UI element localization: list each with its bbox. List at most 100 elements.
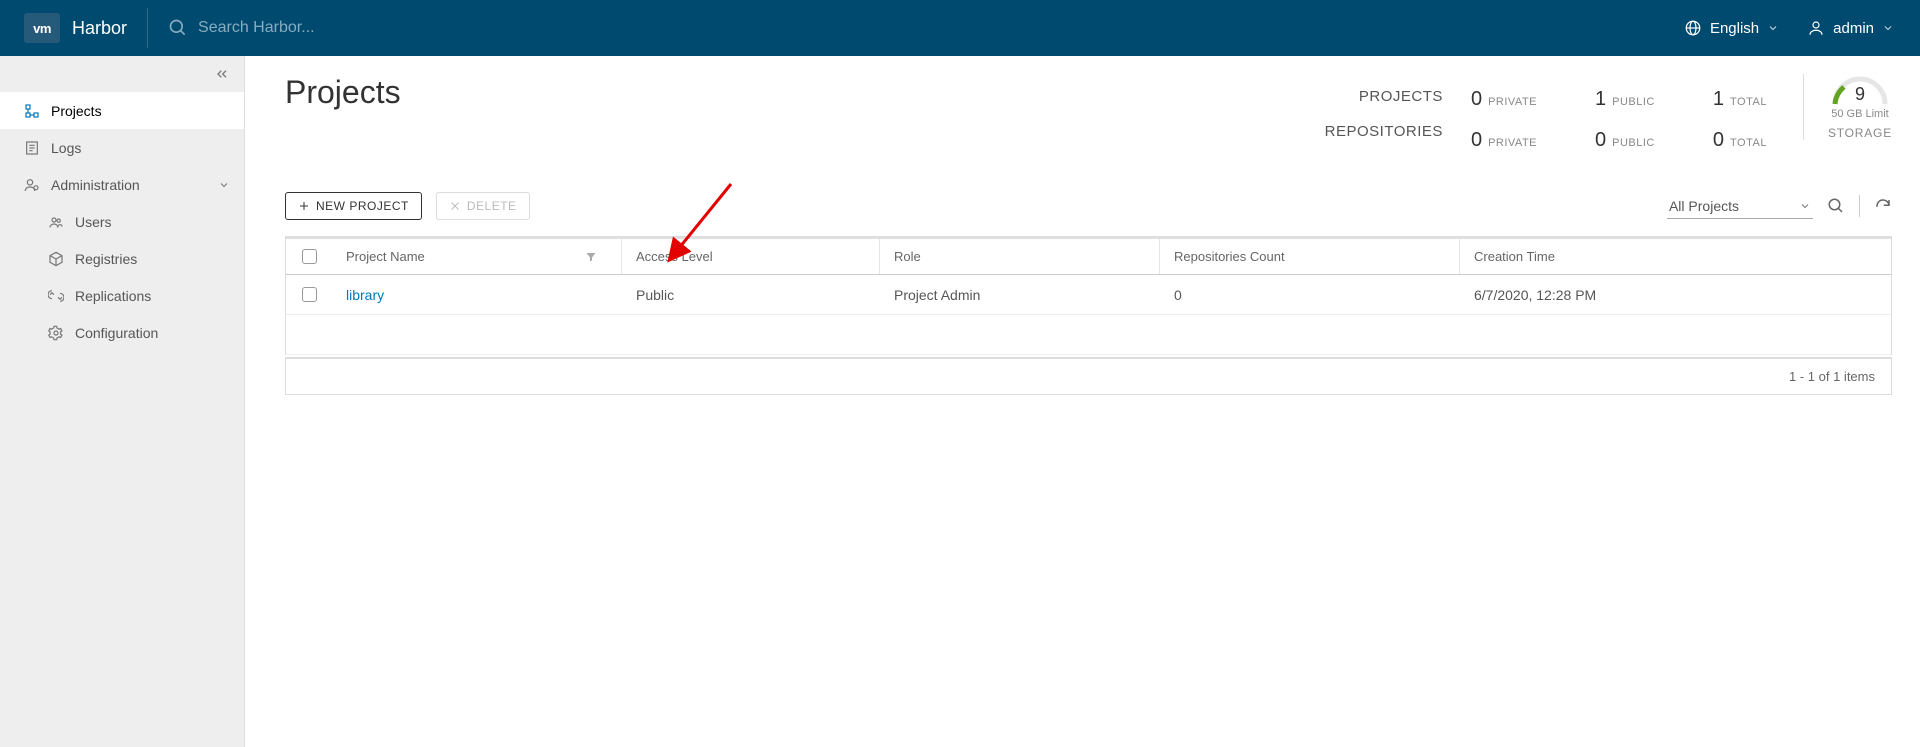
row-checkbox[interactable] xyxy=(302,287,317,302)
chevron-down-icon xyxy=(1799,200,1811,212)
user-menu[interactable]: admin xyxy=(1807,19,1894,37)
toolbar: NEW PROJECT DELETE All Projects xyxy=(285,192,1892,220)
new-project-button[interactable]: NEW PROJECT xyxy=(285,192,422,220)
sidebar: Projects Logs Administration Users xyxy=(0,56,245,747)
chevron-down-icon xyxy=(1767,22,1779,34)
globe-icon xyxy=(1684,19,1702,37)
sidebar-item-label: Registries xyxy=(75,251,137,267)
users-icon xyxy=(48,214,64,230)
row-role: Project Admin xyxy=(880,287,1160,303)
pagination-summary: 1 - 1 of 1 items xyxy=(1789,369,1875,384)
divider xyxy=(1859,195,1860,217)
sidebar-item-label: Logs xyxy=(51,140,81,156)
close-icon xyxy=(449,200,461,212)
refresh-icon[interactable] xyxy=(1874,197,1892,215)
sidebar-item-administration[interactable]: Administration xyxy=(0,166,244,203)
vmware-logo: vm xyxy=(24,13,60,43)
select-all-checkbox[interactable] xyxy=(302,249,317,264)
metric-repos-private: 0PRIVATE xyxy=(1471,129,1537,152)
row-project-name: library xyxy=(332,287,622,303)
row-access-level: Public xyxy=(622,287,880,303)
header-repositories-count[interactable]: Repositories Count xyxy=(1160,239,1460,274)
projects-icon xyxy=(24,103,40,119)
sidebar-collapse-row xyxy=(0,56,244,92)
app-header: vm Harbor English admin xyxy=(0,0,1920,56)
header-creation-time[interactable]: Creation Time xyxy=(1460,249,1891,264)
brand-name: Harbor xyxy=(72,18,127,39)
sidebar-item-label: Users xyxy=(75,214,112,230)
title-row: Projects PROJECTS REPOSITORIES 0PRIVATE … xyxy=(285,74,1892,152)
language-label: English xyxy=(1710,20,1759,37)
new-project-label: NEW PROJECT xyxy=(316,199,409,213)
delete-button: DELETE xyxy=(436,192,530,220)
storage-limit: 50 GB Limit xyxy=(1828,108,1892,120)
table-footer: 1 - 1 of 1 items xyxy=(285,357,1892,395)
chevron-double-left-icon[interactable] xyxy=(214,66,230,82)
language-selector[interactable]: English xyxy=(1684,19,1779,37)
header-divider xyxy=(147,8,148,48)
projects-table: Project Name Access Level Role Repositor… xyxy=(285,236,1892,355)
row-checkbox-cell xyxy=(286,287,332,302)
search-input[interactable] xyxy=(198,19,598,37)
header-access-level[interactable]: Access Level xyxy=(622,239,880,274)
row-creation-time: 6/7/2020, 12:28 PM xyxy=(1460,287,1891,303)
chevron-down-icon xyxy=(1882,22,1894,34)
metric-repos-public: 0PUBLIC xyxy=(1595,129,1655,152)
sidebar-item-logs[interactable]: Logs xyxy=(0,129,244,166)
page-title: Projects xyxy=(285,74,401,111)
logs-icon xyxy=(24,140,40,156)
sidebar-item-label: Administration xyxy=(51,177,140,193)
storage-block: 9 50 GB Limit STORAGE xyxy=(1803,74,1892,140)
projects-filter-label: All Projects xyxy=(1669,198,1739,214)
stat-label-repos: REPOSITORIES xyxy=(1325,123,1443,140)
gear-icon xyxy=(48,325,64,341)
search-wrap xyxy=(168,18,1684,38)
header-role[interactable]: Role xyxy=(880,239,1160,274)
sidebar-item-label: Configuration xyxy=(75,325,158,341)
sidebar-item-users[interactable]: Users xyxy=(0,203,244,240)
header-left: vm Harbor xyxy=(0,0,127,56)
sidebar-item-label: Projects xyxy=(51,103,102,119)
registries-icon xyxy=(48,251,64,267)
toolbar-right: All Projects xyxy=(1667,194,1892,219)
user-icon xyxy=(1807,19,1825,37)
search-icon[interactable] xyxy=(1827,197,1845,215)
header-checkbox-cell xyxy=(286,249,332,264)
storage-gauge: 9 xyxy=(1830,74,1890,106)
shell: Projects Logs Administration Users xyxy=(0,56,1920,747)
sidebar-item-projects[interactable]: Projects xyxy=(0,92,244,129)
sidebar-item-label: Replications xyxy=(75,288,151,304)
metric-projects-total: 1TOTAL xyxy=(1713,88,1767,111)
storage-value: 9 xyxy=(1830,84,1890,105)
row-repositories-count: 0 xyxy=(1160,287,1460,303)
project-link[interactable]: library xyxy=(346,287,384,303)
header-right: English admin xyxy=(1684,19,1920,37)
stat-columns: 0PRIVATE 0PRIVATE 1PUBLIC 0PUBLIC 1TOTAL… xyxy=(1471,74,1767,152)
storage-label: STORAGE xyxy=(1828,126,1892,140)
header-project-name[interactable]: Project Name xyxy=(332,239,622,274)
metric-repos-total: 0TOTAL xyxy=(1713,129,1767,152)
stat-col-private: 0PRIVATE 0PRIVATE xyxy=(1471,88,1537,152)
chevron-down-icon xyxy=(218,179,230,191)
stat-label-projects: PROJECTS xyxy=(1325,88,1443,105)
sidebar-item-configuration[interactable]: Configuration xyxy=(0,314,244,351)
user-label: admin xyxy=(1833,20,1874,37)
sidebar-item-replications[interactable]: Replications xyxy=(0,277,244,314)
search-icon xyxy=(168,18,188,38)
table-header: Project Name Access Level Role Repositor… xyxy=(286,237,1891,275)
stat-labels: PROJECTS REPOSITORIES xyxy=(1325,74,1471,140)
summary-stats: PROJECTS REPOSITORIES 0PRIVATE 0PRIVATE … xyxy=(1325,74,1892,152)
metric-projects-public: 1PUBLIC xyxy=(1595,88,1655,111)
table-blank-row xyxy=(286,315,1891,355)
projects-filter-select[interactable]: All Projects xyxy=(1667,194,1813,219)
replications-icon xyxy=(48,288,64,304)
admin-icon xyxy=(24,177,40,193)
stat-col-total: 1TOTAL 0TOTAL xyxy=(1713,88,1767,152)
table-row: library Public Project Admin 0 6/7/2020,… xyxy=(286,275,1891,315)
main-area: Projects PROJECTS REPOSITORIES 0PRIVATE … xyxy=(245,56,1920,747)
sidebar-item-registries[interactable]: Registries xyxy=(0,240,244,277)
metric-projects-private: 0PRIVATE xyxy=(1471,88,1537,111)
stat-col-public: 1PUBLIC 0PUBLIC xyxy=(1595,88,1655,152)
delete-label: DELETE xyxy=(467,199,517,213)
filter-icon[interactable] xyxy=(585,251,597,263)
